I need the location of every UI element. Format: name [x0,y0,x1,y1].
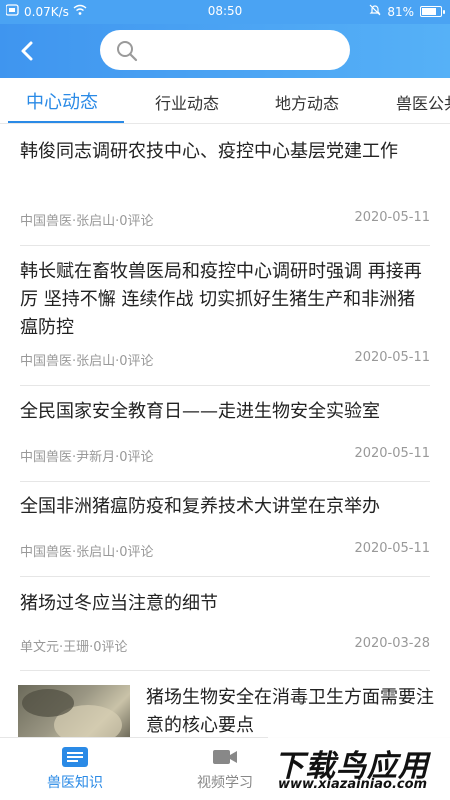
back-button[interactable] [14,37,42,65]
tab-center-news[interactable]: 中心动态 [26,88,98,114]
featured-article-title[interactable]: 猪场生物安全在消毒卫生方面需要注意的核心要点 [146,684,436,740]
article-meta: 中国兽医·张启山·0评论 [20,214,154,229]
divider [20,576,430,577]
battery-percent: 81% [387,4,414,19]
nav-vet-knowledge[interactable]: 兽医知识 [20,744,130,792]
article-date: 2020-05-11 [354,210,430,225]
nav-label: 兽医知识 [47,775,103,791]
article-title: 韩俊同志调研农技中心、疫控中心基层党建工作 [20,141,398,162]
tab-vet-public[interactable]: 兽医公共 [396,90,450,114]
article-meta: 中国兽医·张启山·0评论 [20,545,154,560]
watermark: 下载鸟应用 www.xiazainiao.com [268,737,450,800]
article-date: 2020-03-28 [354,636,430,651]
book-icon [62,747,88,767]
header-bar [0,24,450,78]
article-thumbnail[interactable] [18,685,130,745]
article-title: 全国非洲猪瘟防疫和复养技术大讲堂在京举办 [20,496,380,517]
mute-bell-icon [369,4,381,19]
search-icon [117,41,138,62]
divider [20,670,430,671]
search-box[interactable] [100,30,350,70]
article-title: 全民国家安全教育日——走进生物安全实验室 [20,401,380,422]
article-date: 2020-05-11 [354,350,430,365]
divider [20,245,430,246]
article-title: 猪场过冬应当注意的细节 [20,593,218,614]
video-camera-icon [213,750,237,764]
tab-local-news[interactable]: 地方动态 [275,90,339,114]
nav-video-learning[interactable]: 视频学习 [170,744,280,792]
battery-icon [420,6,445,17]
article-title: 韩长赋在畜牧兽医局和疫控中心调研时强调 再接再厉 坚持不懈 连续作战 切实抓好生… [20,261,422,338]
battery-fill [422,8,436,15]
thumbnail-image [22,689,122,745]
article-meta: 中国兽医·张启山·0评论 [20,354,154,369]
article-meta: 中国兽医·尹新月·0评论 [20,450,154,465]
divider [20,385,430,386]
article-date: 2020-05-11 [354,446,430,461]
tab-indicator [8,121,124,123]
search-input[interactable] [146,38,336,62]
status-bar: 0.07K/s 08:50 81% [0,0,450,24]
nav-label: 视频学习 [197,775,253,791]
category-tabs: 中心动态 行业动态 地方动态 兽医公共 [0,78,450,124]
chevron-left-icon [21,41,33,61]
article-meta: 单文元·王珊·0评论 [20,640,128,655]
divider [20,481,430,482]
watermark-url: www.xiazainiao.com [278,777,428,792]
article-date: 2020-05-11 [354,541,430,556]
tab-industry-news[interactable]: 行业动态 [155,90,219,114]
